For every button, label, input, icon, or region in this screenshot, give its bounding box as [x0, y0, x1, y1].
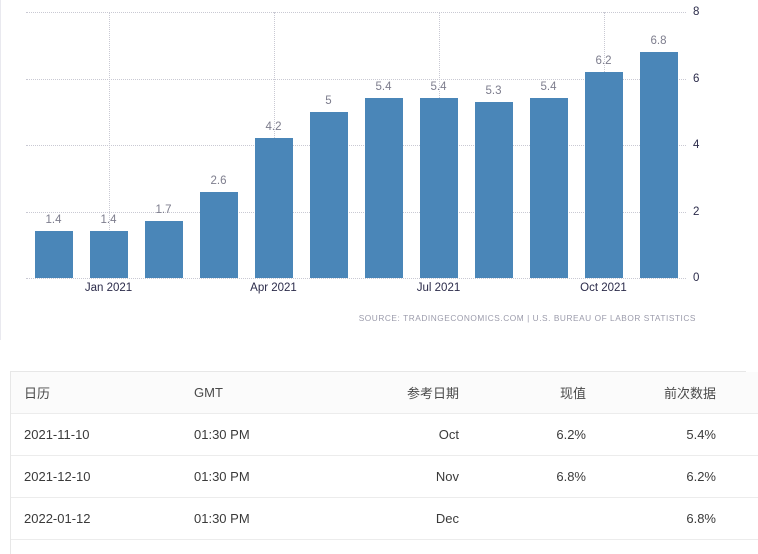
chart-source-attribution: SOURCE: TRADINGECONOMICS.COM | U.S. BURE… [359, 313, 696, 323]
y-axis-tick-label: 4 [693, 139, 700, 151]
y-axis-tick-label: 0 [693, 272, 700, 284]
cell-gmt: 01:30 PM [194, 414, 334, 456]
cell-empty [11, 540, 194, 554]
cell-consensus: 5.8% [736, 414, 758, 456]
cell-empty [334, 540, 481, 554]
x-axis-tick-label: Jan 2021 [85, 282, 132, 294]
bar-value-label: 6.2 [596, 55, 612, 67]
bar-value-label: 6.8 [651, 35, 667, 47]
table-row-partial[interactable] [11, 540, 758, 554]
bar-value-label: 1.7 [156, 204, 172, 216]
x-axis-tick-label: Oct 2021 [580, 282, 627, 294]
cell-reference: Oct [334, 414, 481, 456]
cell-actual: 6.2% [481, 414, 606, 456]
economic-calendar-table: 日历 GMT 参考日期 现值 前次数据 共识 2021-11-1001:30 P… [11, 372, 758, 554]
gridline-horizontal [26, 278, 686, 279]
bar-value-label: 5.4 [376, 81, 392, 93]
bar-value-label: 4.2 [266, 121, 282, 133]
bar-value-label: 5.3 [486, 85, 502, 97]
bar-value-label: 1.4 [46, 214, 62, 226]
bar-value-label: 1.4 [101, 214, 117, 226]
chart-bar[interactable] [145, 221, 183, 278]
table-body: 2021-11-1001:30 PMOct6.2%5.4%5.8%2021-12… [11, 414, 758, 554]
cell-date: 2021-12-10 [11, 456, 194, 498]
x-axis-tick-label: Apr 2021 [250, 282, 297, 294]
cell-actual [481, 498, 606, 540]
cell-reference: Dec [334, 498, 481, 540]
chart-bar[interactable] [35, 231, 73, 278]
x-axis-tick-label: Jul 2021 [417, 282, 460, 294]
panel-separator [0, 340, 758, 371]
bar-value-label: 5.4 [541, 81, 557, 93]
column-header-consensus[interactable]: 共识 [736, 372, 758, 414]
cell-gmt: 01:30 PM [194, 498, 334, 540]
cell-consensus: 7% [736, 498, 758, 540]
cell-previous: 6.8% [606, 498, 736, 540]
y-axis-tick-label: 2 [693, 206, 700, 218]
chart-bar[interactable] [365, 98, 403, 278]
table-header-row: 日历 GMT 参考日期 现值 前次数据 共识 [11, 372, 758, 414]
table-row[interactable]: 2022-01-1201:30 PMDec 6.8%7% [11, 498, 758, 540]
chart-bar[interactable] [585, 72, 623, 278]
cell-consensus: 6.8% [736, 456, 758, 498]
cell-previous: 6.2% [606, 456, 736, 498]
bar-chart-panel: 1.4 1.4 1.7 2.6 4.2 5 5.4 5.4 5.3 5.4 6.2 6.8 0 2 4 6 8… [0, 0, 758, 340]
column-header-previous[interactable]: 前次数据 [606, 372, 736, 414]
cell-previous: 5.4% [606, 414, 736, 456]
table-row[interactable]: 2021-12-1001:30 PMNov6.8%6.2%6.8% [11, 456, 758, 498]
cell-date: 2021-11-10 [11, 414, 194, 456]
chart-bar[interactable] [90, 231, 128, 278]
cell-gmt: 01:30 PM [194, 456, 334, 498]
column-header-gmt[interactable]: GMT [194, 372, 334, 414]
chart-bar[interactable] [530, 98, 568, 278]
bar-value-label: 2.6 [211, 175, 227, 187]
bar-value-label: 5.4 [431, 81, 447, 93]
economic-calendar-table-panel: 日历 GMT 参考日期 现值 前次数据 共识 2021-11-1001:30 P… [10, 371, 746, 554]
cell-reference: Nov [334, 456, 481, 498]
chart-bar[interactable] [200, 192, 238, 278]
cell-actual: 6.8% [481, 456, 606, 498]
column-header-actual[interactable]: 现值 [481, 372, 606, 414]
gridline-horizontal [26, 12, 686, 13]
column-header-date[interactable]: 日历 [11, 372, 194, 414]
bar-value-label: 5 [325, 95, 331, 107]
cell-empty [606, 540, 736, 554]
cell-empty [481, 540, 606, 554]
table-row[interactable]: 2021-11-1001:30 PMOct6.2%5.4%5.8% [11, 414, 758, 456]
chart-bar[interactable] [310, 112, 348, 278]
chart-bar[interactable] [420, 98, 458, 278]
cell-empty [736, 540, 758, 554]
chart-plot-area: 1.4 1.4 1.7 2.6 4.2 5 5.4 5.4 5.3 5.4 6.2 6.8 [26, 12, 686, 278]
chart-bar[interactable] [640, 52, 678, 278]
chart-bar[interactable] [255, 138, 293, 278]
y-axis-tick-label: 6 [693, 73, 700, 85]
cell-empty [194, 540, 334, 554]
chart-bar[interactable] [475, 102, 513, 278]
y-axis-tick-label: 8 [693, 6, 700, 18]
cell-date: 2022-01-12 [11, 498, 194, 540]
table-header: 日历 GMT 参考日期 现值 前次数据 共识 [11, 372, 758, 414]
column-header-reference[interactable]: 参考日期 [334, 372, 481, 414]
